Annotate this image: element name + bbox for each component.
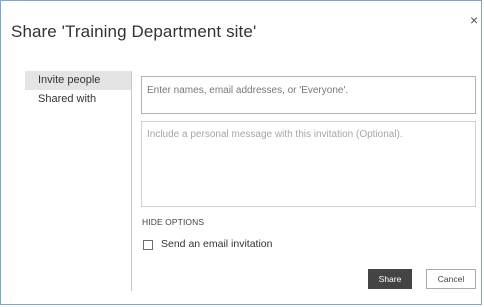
hide-options-link[interactable]: HIDE OPTIONS: [142, 217, 204, 227]
dialog-nav: Invite people Shared with: [25, 71, 131, 109]
personal-message-textarea[interactable]: Include a personal message with this inv…: [141, 121, 476, 207]
dialog-title: Share 'Training Department site': [11, 22, 257, 41]
cancel-button[interactable]: Cancel: [426, 269, 476, 289]
close-icon[interactable]: ×: [470, 13, 484, 27]
nav-divider: [131, 71, 132, 291]
nav-item-invite-people[interactable]: Invite people: [25, 71, 131, 90]
share-dialog: Share 'Training Department site' × Invit…: [0, 0, 482, 305]
send-email-label: Send an email invitation: [161, 238, 273, 250]
invite-people-input[interactable]: Enter names, email addresses, or 'Everyo…: [141, 76, 476, 114]
nav-item-shared-with[interactable]: Shared with: [25, 90, 131, 109]
share-button[interactable]: Share: [368, 269, 412, 289]
send-email-checkbox[interactable]: [143, 240, 153, 250]
